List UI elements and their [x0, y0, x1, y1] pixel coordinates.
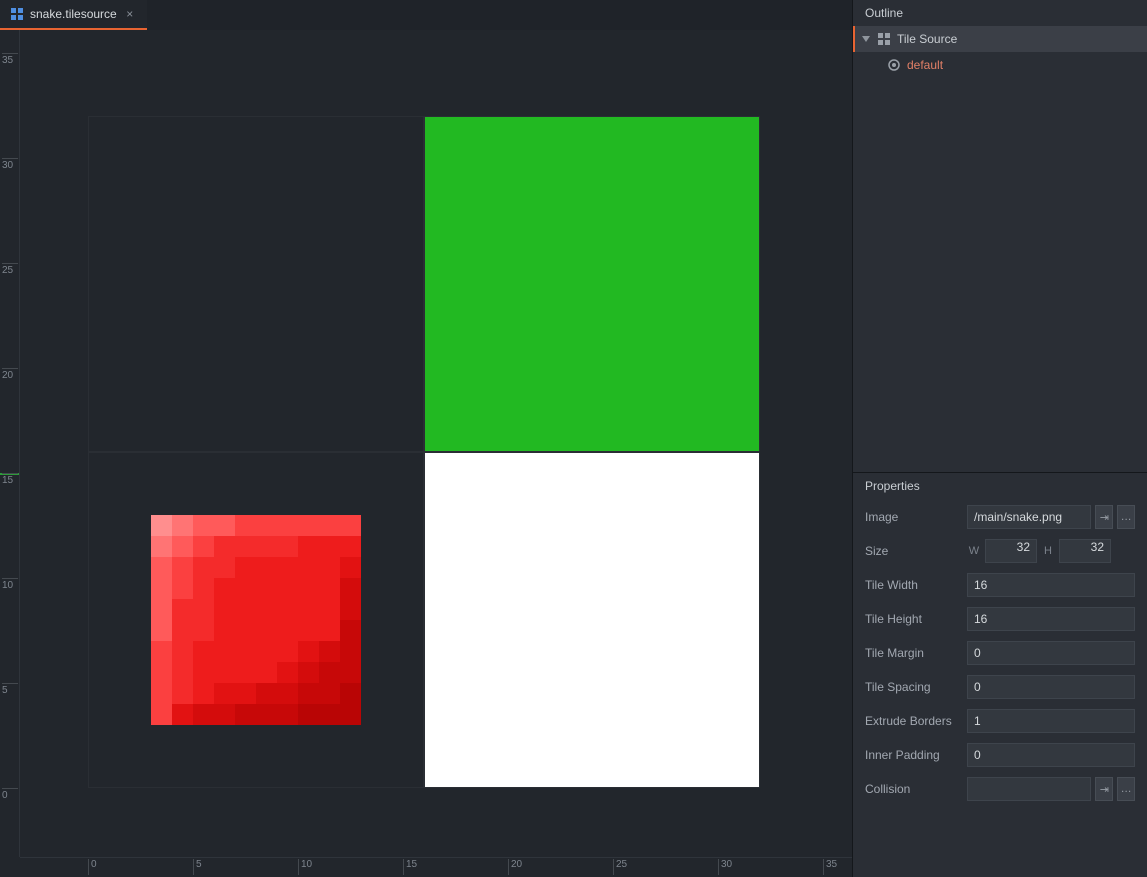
- prop-label-tile-spacing: Tile Spacing: [865, 680, 961, 694]
- prop-label-tile-height: Tile Height: [865, 612, 961, 626]
- size-w-label: W: [967, 545, 981, 557]
- tab-label: snake.tilesource: [30, 7, 117, 21]
- outline-tree: Tile Source default: [853, 26, 1147, 472]
- ruler-tick: 30: [718, 859, 732, 875]
- tilesource-viewport[interactable]: 35 30 25 20 15 10 5 0 0 5 10 15 20 25 30 35: [0, 30, 852, 877]
- ruler-tick: 5: [2, 683, 18, 696]
- properties-panel: Properties Image ⇥ … Size W 32 H 32: [853, 472, 1147, 877]
- ruler-tick: 15: [2, 473, 18, 486]
- side-panel: Outline Tile Source default Properties I…: [852, 0, 1147, 877]
- goto-resource-button[interactable]: ⇥: [1095, 777, 1113, 801]
- inner-padding-field[interactable]: [967, 743, 1135, 767]
- goto-resource-button[interactable]: ⇥: [1095, 505, 1113, 529]
- outline-item-default[interactable]: default: [853, 52, 1147, 78]
- canvas[interactable]: [20, 30, 852, 857]
- tile-cell-white[interactable]: [424, 452, 760, 788]
- prop-label-collision: Collision: [865, 782, 961, 796]
- chevron-down-icon[interactable]: [861, 34, 871, 44]
- prop-row-inner-padding: Inner Padding: [865, 741, 1135, 769]
- ruler-tick: 25: [2, 263, 18, 276]
- ruler-tick: 35: [823, 859, 837, 875]
- tile-spacing-field[interactable]: [967, 675, 1135, 699]
- prop-row-tile-height: Tile Height: [865, 605, 1135, 633]
- browse-button[interactable]: …: [1117, 505, 1135, 529]
- prop-label-inner-padding: Inner Padding: [865, 748, 961, 762]
- properties-header: Properties: [853, 473, 1147, 499]
- ruler-vertical: 35 30 25 20 15 10 5 0: [0, 30, 20, 857]
- image-field[interactable]: [967, 505, 1091, 529]
- tile-width-field[interactable]: [967, 573, 1135, 597]
- ruler-tick: 15: [403, 859, 417, 875]
- prop-row-collision: Collision ⇥ …: [865, 775, 1135, 803]
- tile-grid: [88, 116, 760, 788]
- prop-label-size: Size: [865, 544, 961, 558]
- prop-row-extrude-borders: Extrude Borders: [865, 707, 1135, 735]
- ruler-tick: 0: [2, 788, 18, 801]
- prop-label-image: Image: [865, 510, 961, 524]
- ruler-tick: 25: [613, 859, 627, 875]
- outline-item-label: Tile Source: [897, 32, 957, 46]
- ruler-horizontal: 0 5 10 15 20 25 30 35: [20, 857, 852, 877]
- ruler-tick: 5: [193, 859, 202, 875]
- size-w-value: 32: [985, 539, 1037, 563]
- editor-area: snake.tilesource × 35 30 25 20 15 10 5 0 0 5 10 15…: [0, 0, 852, 877]
- outline-item-label: default: [907, 58, 943, 72]
- tile-cell-red-container[interactable]: [88, 452, 424, 788]
- ruler-tick: 20: [2, 368, 18, 381]
- tile-height-field[interactable]: [967, 607, 1135, 631]
- size-h-value: 32: [1059, 539, 1111, 563]
- ruler-tick: 35: [2, 53, 18, 66]
- ruler-tick: 0: [88, 859, 97, 875]
- red-sprite: [151, 515, 361, 725]
- outline-header: Outline: [853, 0, 1147, 26]
- prop-row-size: Size W 32 H 32: [865, 537, 1135, 565]
- ruler-tick: 30: [2, 158, 18, 171]
- prop-label-tile-margin: Tile Margin: [865, 646, 961, 660]
- properties-list: Image ⇥ … Size W 32 H 32 Tile Width: [853, 499, 1147, 815]
- ruler-tick: 20: [508, 859, 522, 875]
- ruler-tick: 10: [2, 578, 18, 591]
- tile-cell-green[interactable]: [424, 116, 760, 452]
- prop-row-image: Image ⇥ …: [865, 503, 1135, 531]
- ruler-tick: 10: [298, 859, 312, 875]
- size-h-label: H: [1041, 545, 1055, 557]
- prop-row-tile-margin: Tile Margin: [865, 639, 1135, 667]
- tab-bar: snake.tilesource ×: [0, 0, 852, 30]
- collision-field[interactable]: [967, 777, 1091, 801]
- extrude-borders-field[interactable]: [967, 709, 1135, 733]
- tilesource-icon: [877, 32, 891, 46]
- tilesource-icon: [10, 7, 24, 21]
- animation-icon: [887, 58, 901, 72]
- prop-label-tile-width: Tile Width: [865, 578, 961, 592]
- prop-label-extrude-borders: Extrude Borders: [865, 714, 961, 728]
- tab-snake-tilesource[interactable]: snake.tilesource ×: [0, 0, 147, 30]
- outline-item-tile-source[interactable]: Tile Source: [853, 26, 1147, 52]
- tile-margin-field[interactable]: [967, 641, 1135, 665]
- close-icon[interactable]: ×: [123, 7, 137, 21]
- prop-row-tile-width: Tile Width: [865, 571, 1135, 599]
- tile-cell-empty-0[interactable]: [88, 116, 424, 452]
- browse-button[interactable]: …: [1117, 777, 1135, 801]
- prop-row-tile-spacing: Tile Spacing: [865, 673, 1135, 701]
